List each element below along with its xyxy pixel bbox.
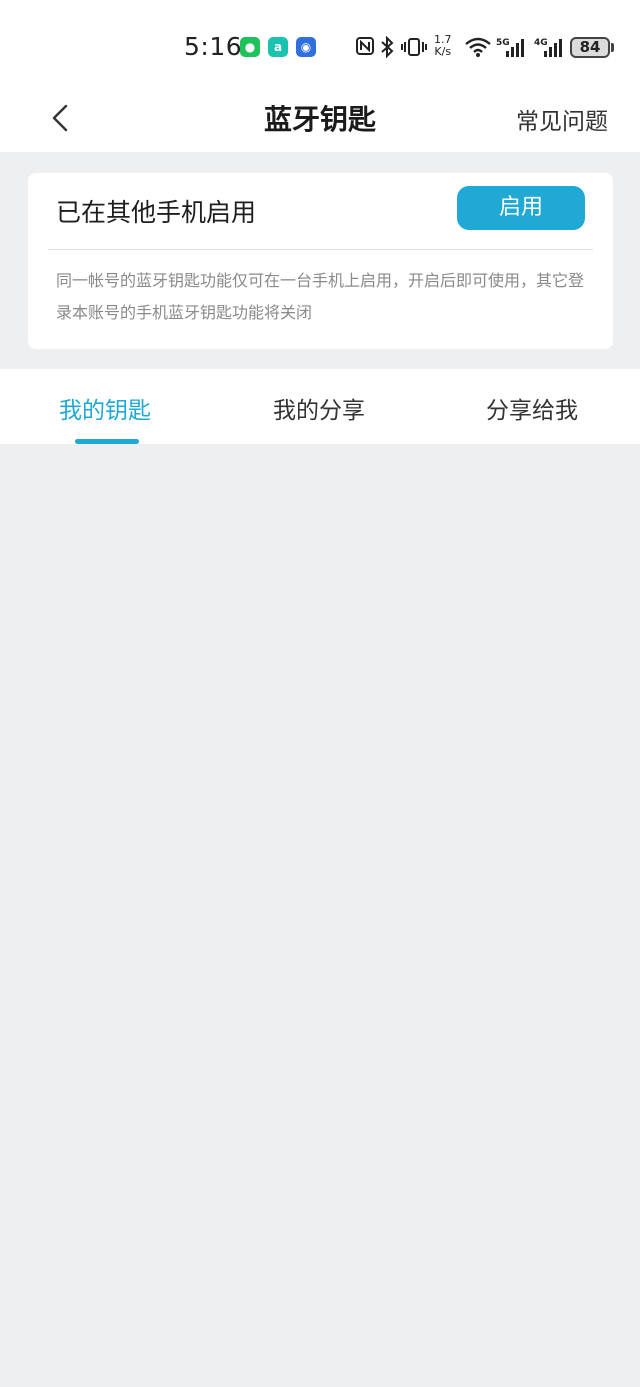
signal-5g-label: 5G (496, 38, 510, 48)
nav-bar: 蓝牙钥匙 常见问题 (0, 92, 640, 152)
signal-4g-icon: 4G (534, 36, 566, 62)
tab-my-keys[interactable]: 我的钥匙 (59, 391, 151, 425)
tab-shared-to-me[interactable]: 分享给我 (486, 391, 578, 425)
app-blue-icon: ◉ (296, 37, 316, 57)
key-list-area (0, 444, 640, 1387)
nfc-icon (355, 36, 375, 58)
battery-tip (611, 43, 614, 52)
divider (48, 249, 593, 250)
signal-5g-icon: 5G (496, 36, 528, 62)
signal-4g-label: 4G (534, 38, 548, 48)
vibrate-icon (401, 36, 427, 58)
status-time: 5:16 (184, 32, 243, 61)
net-speed: 1.7 K/s (434, 34, 452, 58)
notice-description: 同一帐号的蓝牙钥匙功能仅可在一台手机上启用，开启后即可使用，其它登录本账号的手机… (56, 271, 585, 322)
tab-my-shares[interactable]: 我的分享 (273, 391, 365, 425)
wechat-icon: ● (240, 37, 260, 57)
tab-bar: 我的钥匙 我的分享 分享给我 (0, 369, 640, 444)
notice-title: 已在其他手机启用 (56, 198, 257, 227)
bluetooth-icon (379, 35, 395, 59)
faq-link[interactable]: 常见问题 (516, 102, 608, 136)
status-bar: 5:16 ● a ◉ 1.7 K/s 5G 4G 84 (0, 0, 640, 92)
enable-button[interactable]: 启用 (457, 186, 585, 230)
wifi-icon (464, 36, 492, 58)
battery-level: 84 (579, 38, 601, 56)
battery-icon: 84 (570, 37, 610, 58)
notice-card: 已在其他手机启用 启用 同一帐号的蓝牙钥匙功能仅可在一台手机上启用，开启后即可使… (28, 173, 613, 349)
net-speed-unit: K/s (434, 45, 452, 58)
app-a-icon: a (268, 37, 288, 57)
